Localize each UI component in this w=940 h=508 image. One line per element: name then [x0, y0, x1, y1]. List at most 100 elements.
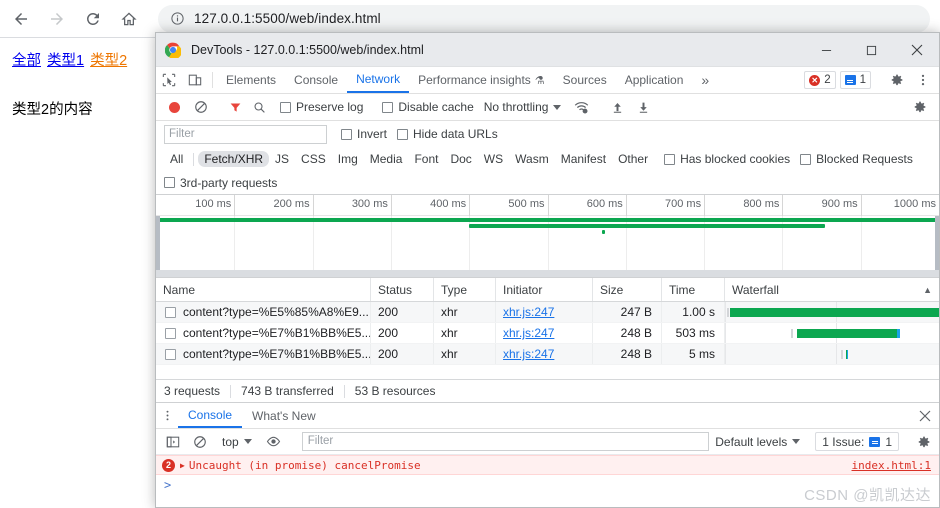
info-circle-icon[interactable]	[170, 11, 185, 26]
clear-icon[interactable]	[188, 100, 214, 114]
table-row[interactable]: content?type=%E5%85%A8%E9... 200 xhr xhr.js…	[156, 302, 939, 323]
kebab-menu-icon[interactable]	[910, 73, 936, 87]
cell-initiator[interactable]: xhr.js:247	[496, 302, 593, 322]
overview-scroll-strip[interactable]	[156, 270, 939, 277]
download-arrow-icon[interactable]	[630, 101, 656, 114]
column-header-status[interactable]: Status	[371, 278, 434, 301]
overview-handle-left[interactable]	[156, 216, 160, 277]
link-all[interactable]: 全部	[12, 53, 41, 69]
message-count-badge[interactable]: 1	[839, 71, 871, 89]
tab-performance-insights[interactable]: Performance insights ⚗	[409, 67, 554, 93]
column-header-time[interactable]: Time	[662, 278, 725, 301]
search-icon[interactable]	[247, 101, 271, 114]
cell-initiator-link[interactable]: xhr.js:247	[503, 347, 554, 361]
type-filter-css[interactable]: CSS	[295, 151, 332, 167]
clear-console-icon[interactable]	[187, 435, 213, 449]
cell-waterfall	[725, 344, 939, 364]
third-party-requests-checkbox[interactable]: 3rd-party requests	[164, 176, 277, 190]
more-tabs-icon[interactable]: »	[692, 67, 718, 93]
type-filter-fetch-xhr[interactable]: Fetch/XHR	[198, 151, 270, 167]
waterfall-queue-marker	[727, 308, 730, 317]
kebab-menu-icon[interactable]	[156, 403, 178, 428]
tab-elements[interactable]: Elements	[217, 67, 285, 93]
blocked-requests-checkbox[interactable]: Blocked Requests	[800, 152, 913, 166]
network-overview-timeline[interactable]: 100 ms 200 ms 300 ms 400 ms 500 ms 600 ms 700 …	[156, 195, 939, 278]
preserve-log-checkbox[interactable]: Preserve log	[280, 100, 363, 114]
row-checkbox[interactable]	[165, 327, 176, 339]
cell-initiator[interactable]: xhr.js:247	[496, 323, 593, 343]
table-row[interactable]: content?type=%E7%B1%BB%E5... 200 xhr xhr.js…	[156, 323, 939, 344]
column-header-size[interactable]: Size	[593, 278, 662, 301]
network-requests-table: Name Status Type Initiator Size Time Wat…	[156, 278, 939, 379]
inspect-element-icon[interactable]	[156, 67, 182, 93]
filter-funnel-icon[interactable]	[223, 101, 247, 114]
type-filter-other[interactable]: Other	[612, 151, 654, 167]
upload-arrow-icon[interactable]	[604, 101, 630, 114]
type-filter-img[interactable]: Img	[332, 151, 364, 167]
address-bar[interactable]: 127.0.0.1:5500/web/index.html	[158, 4, 930, 33]
type-filter-wasm[interactable]: Wasm	[509, 151, 555, 167]
type-filter-media[interactable]: Media	[364, 151, 409, 167]
overview-handle-right[interactable]	[935, 216, 939, 277]
device-toolbar-icon[interactable]	[182, 67, 208, 93]
type-filter-doc[interactable]: Doc	[444, 151, 477, 167]
throttling-dropdown[interactable]: No throttling	[484, 100, 562, 114]
execution-context-dropdown[interactable]: top	[222, 435, 252, 449]
disable-cache-checkbox[interactable]: Disable cache	[382, 100, 474, 114]
cell-initiator-link[interactable]: xhr.js:247	[503, 305, 554, 319]
type-filter-all[interactable]: All	[164, 151, 189, 167]
issues-button[interactable]: 1 Issue: 1	[815, 432, 899, 451]
back-icon[interactable]	[6, 4, 36, 34]
column-header-type[interactable]: Type	[434, 278, 496, 301]
reload-icon[interactable]	[78, 4, 108, 34]
tab-console[interactable]: Console	[285, 67, 347, 93]
link-type1[interactable]: 类型1	[47, 53, 84, 69]
checkbox-box	[664, 153, 676, 165]
gear-icon[interactable]	[907, 100, 933, 114]
overview-request-bar	[469, 224, 826, 228]
column-header-waterfall[interactable]: Waterfall ▲	[725, 278, 939, 301]
maximize-icon[interactable]	[849, 33, 894, 67]
drawer-close-icon[interactable]	[911, 403, 939, 428]
drawer-tab-console[interactable]: Console	[178, 403, 243, 428]
home-icon[interactable]	[114, 4, 144, 34]
overview-tick: 100 ms	[195, 195, 236, 216]
minimize-icon[interactable]	[804, 33, 849, 67]
gear-icon[interactable]	[884, 73, 910, 87]
type-filter-ws[interactable]: WS	[478, 151, 509, 167]
overview-request-bar	[469, 218, 939, 222]
console-error-message[interactable]: 2 ▶ Uncaught (in promise) cancelPromise …	[156, 455, 939, 475]
drawer-tab-whats-new[interactable]: What's New	[242, 403, 326, 428]
console-error-source-link[interactable]: index.html:1	[852, 459, 931, 472]
tab-application[interactable]: Application	[616, 67, 693, 93]
column-header-name[interactable]: Name	[156, 278, 371, 301]
network-filter-input[interactable]: Filter	[164, 124, 327, 144]
column-header-initiator[interactable]: Initiator	[496, 278, 593, 301]
cell-initiator-link[interactable]: xhr.js:247	[503, 326, 554, 340]
expand-triangle-icon[interactable]: ▶	[180, 461, 185, 470]
record-stop-icon[interactable]	[160, 101, 188, 113]
tab-network[interactable]: Network	[347, 67, 410, 93]
console-sidebar-icon[interactable]	[159, 435, 187, 449]
overview-tick-label: 700 ms	[665, 198, 702, 210]
type-filter-font[interactable]: Font	[408, 151, 444, 167]
link-type2[interactable]: 类型2	[90, 53, 127, 69]
type-filter-js[interactable]: JS	[269, 151, 295, 167]
close-icon[interactable]	[894, 33, 939, 67]
gear-icon[interactable]	[912, 435, 936, 449]
table-row[interactable]: content?type=%E7%B1%BB%E5... 200 xhr xhr.js…	[156, 344, 939, 365]
wifi-settings-icon[interactable]	[567, 100, 595, 115]
log-levels-dropdown[interactable]: Default levels	[715, 435, 801, 449]
row-checkbox[interactable]	[165, 306, 176, 318]
live-expression-icon[interactable]	[261, 434, 287, 449]
hide-data-urls-checkbox[interactable]: Hide data URLs	[397, 127, 498, 141]
row-checkbox[interactable]	[165, 348, 176, 360]
error-count-badge[interactable]: ✕ 2	[804, 71, 836, 89]
invert-checkbox[interactable]: Invert	[341, 127, 387, 141]
has-blocked-cookies-checkbox[interactable]: Has blocked cookies	[664, 152, 790, 166]
tab-sources[interactable]: Sources	[554, 67, 616, 93]
overview-gridline	[312, 216, 314, 277]
type-filter-manifest[interactable]: Manifest	[555, 151, 612, 167]
cell-initiator[interactable]: xhr.js:247	[496, 344, 593, 364]
console-filter-input[interactable]: Filter	[301, 432, 710, 451]
